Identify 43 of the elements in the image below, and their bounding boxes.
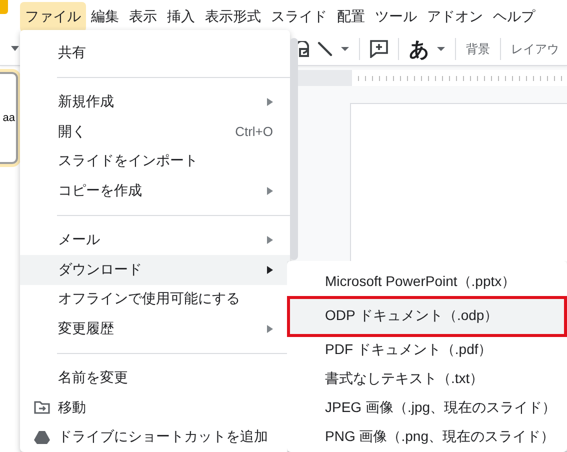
- shortcut-text: Ctrl+O: [235, 124, 273, 140]
- menu-item[interactable]: ヘルプ: [488, 2, 540, 32]
- menu-item[interactable]: ダウンロード: [20, 255, 290, 284]
- line-icon[interactable]: [317, 41, 333, 57]
- toolbar-button[interactable]: 背景: [466, 40, 490, 58]
- caret-icon[interactable]: [437, 47, 445, 51]
- menu-item[interactable]: 配置: [332, 2, 370, 32]
- menu-item[interactable]: 開く Ctrl+O: [20, 117, 290, 146]
- add-comment-icon[interactable]: [370, 40, 388, 58]
- menu-item[interactable]: 表示形式: [200, 2, 266, 32]
- slide-thumbnail[interactable]: aa: [0, 72, 18, 164]
- menu-item[interactable]: メール: [20, 226, 290, 255]
- menu-item[interactable]: 新規作成: [20, 88, 290, 117]
- menu-item[interactable]: 移動: [20, 393, 290, 422]
- menu-item[interactable]: 挿入: [162, 2, 200, 32]
- menu-item[interactable]: 書式なしテキスト（.txt）: [287, 364, 567, 394]
- scrollbar[interactable]: [290, 38, 298, 260]
- shape-icon[interactable]: [297, 41, 309, 57]
- caret-icon[interactable]: [11, 46, 19, 51]
- drive-icon: [34, 430, 50, 444]
- menu-item[interactable]: Microsoft PowerPoint（.pptx）: [287, 267, 567, 296]
- folder-move-icon: [34, 401, 50, 414]
- app-logo: [0, 0, 8, 14]
- menu-item[interactable]: アドオン: [422, 2, 488, 32]
- text-style-button[interactable]: あ: [409, 36, 429, 62]
- menu-item[interactable]: スライドをインポート: [20, 146, 290, 176]
- menu-item[interactable]: JPEG 画像（.jpg、現在のスライド）: [287, 394, 567, 423]
- menu-item[interactable]: スライド: [266, 2, 332, 32]
- menu-item[interactable]: ODP ドキュメント（.odp）: [287, 296, 567, 335]
- menu-item[interactable]: ファイル: [20, 2, 86, 32]
- menu-item[interactable]: PNG 画像（.png、現在のスライド）: [287, 422, 567, 452]
- menu-item[interactable]: 共有: [20, 38, 290, 68]
- menu-item[interactable]: 変更履歴: [20, 314, 290, 344]
- caret-icon[interactable]: [341, 47, 349, 51]
- menu-item[interactable]: 表示: [124, 2, 162, 32]
- menu-item[interactable]: コピーを作成: [20, 176, 290, 206]
- menu-item[interactable]: 編集: [86, 2, 124, 32]
- menu-item[interactable]: ツール: [370, 2, 422, 32]
- menu-item[interactable]: オフラインで使用可能にする: [20, 284, 290, 314]
- menu-item[interactable]: PDF ドキュメント（.pdf）: [287, 334, 567, 364]
- menu-item[interactable]: 名前を変更: [20, 364, 290, 393]
- menu-item[interactable]: ドライブにショートカットを追加: [20, 422, 290, 452]
- toolbar-button[interactable]: レイアウ: [511, 40, 559, 58]
